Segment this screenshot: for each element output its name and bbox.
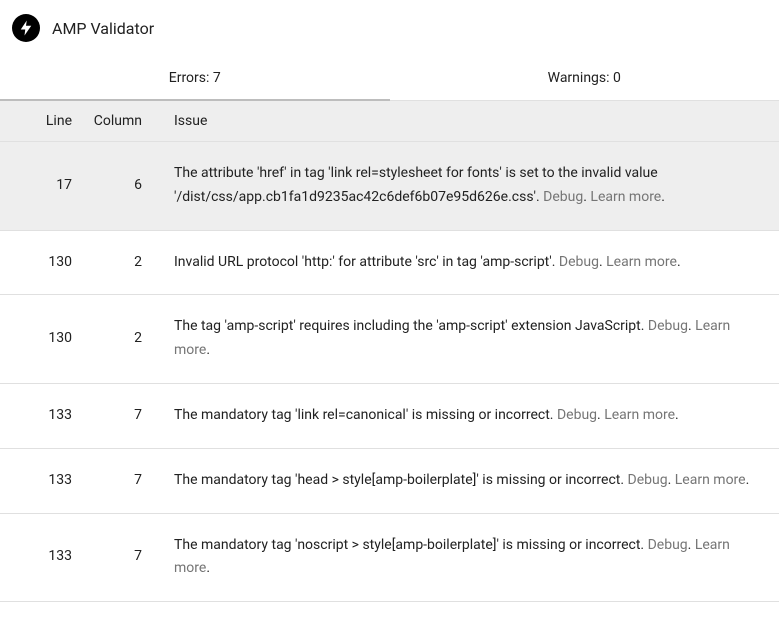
issue-text: The mandatory tag 'link rel=canonical' i…	[174, 407, 557, 423]
app-title: AMP Validator	[52, 19, 154, 38]
table-row-partial: The mandatory tag 'noscript enclosure fo…	[0, 602, 779, 622]
debug-link[interactable]: Debug	[628, 472, 668, 488]
issue-line: 130	[0, 251, 90, 275]
separator-dot: .	[206, 342, 210, 358]
issue-column: 6	[90, 174, 160, 198]
table-row: 1337 The mandatory tag 'noscript > style[…	[0, 514, 779, 603]
debug-link[interactable]: Debug	[648, 318, 688, 334]
separator-dot: .	[746, 472, 750, 488]
table-row: 1302 The tag 'amp-script' requires includ…	[0, 295, 779, 384]
separator-dot: .	[668, 472, 675, 488]
col-header-issue: Issue	[160, 113, 779, 129]
separator-dot: .	[661, 189, 665, 205]
separator-dot: .	[688, 537, 695, 553]
issue-column: 7	[90, 545, 160, 569]
amp-logo-icon	[12, 14, 40, 42]
issue-list: 176The attribute 'href' in tag 'link rel…	[0, 142, 779, 602]
learn-more-link[interactable]: Learn more	[675, 472, 746, 488]
issue-cell: Invalid URL protocol 'http:' for attribu…	[160, 251, 779, 275]
learn-more-link[interactable]: Learn more	[606, 254, 677, 270]
col-header-column: Column	[90, 113, 160, 129]
learn-more-link[interactable]: Learn more	[604, 407, 675, 423]
issue-text: The mandatory tag 'noscript > style[amp-…	[174, 537, 648, 553]
issue-text: Invalid URL protocol 'http:' for attribu…	[174, 254, 559, 270]
issue-line: 130	[0, 327, 90, 351]
issue-cell: The attribute 'href' in tag 'link rel=st…	[160, 162, 779, 210]
separator-dot: .	[675, 407, 679, 423]
issue-cell: The mandatory tag 'noscript > style[amp-…	[160, 534, 779, 582]
table-row: 1337 The mandatory tag 'head > style[amp-…	[0, 449, 779, 514]
issue-column: 2	[90, 251, 160, 275]
debug-link[interactable]: Debug	[557, 407, 597, 423]
separator-dot: .	[677, 254, 681, 270]
tab-warnings-label: Warnings: 0	[548, 70, 621, 86]
separator-dot: .	[206, 560, 210, 576]
learn-more-link[interactable]: Learn more	[590, 189, 661, 205]
issue-line: 17	[0, 174, 90, 198]
issue-line: 133	[0, 545, 90, 569]
issue-text: The tag 'amp-script' requires including …	[174, 318, 648, 334]
table-row: 1337 The mandatory tag 'link rel=canonica…	[0, 384, 779, 449]
issue-cell: The mandatory tag 'head > style[amp-boil…	[160, 469, 779, 493]
issue-cell: The tag 'amp-script' requires including …	[160, 315, 779, 363]
tab-errors-label: Errors: 7	[169, 70, 221, 86]
lightning-bolt-icon	[17, 19, 35, 37]
debug-link[interactable]: Debug	[543, 189, 583, 205]
issue-line: 133	[0, 404, 90, 428]
table-row: 1302 Invalid URL protocol 'http:' for att…	[0, 231, 779, 296]
tab-warnings[interactable]: Warnings: 0	[390, 56, 779, 100]
tabs: Errors: 7 Warnings: 0	[0, 56, 779, 101]
issue-cell: The mandatory tag 'link rel=canonical' i…	[160, 404, 779, 428]
table-header: Line Column Issue	[0, 101, 779, 142]
tab-errors[interactable]: Errors: 7	[0, 56, 390, 100]
issue-line: 133	[0, 469, 90, 493]
issue-column: 2	[90, 327, 160, 351]
app-header: AMP Validator	[0, 0, 779, 56]
table-row: 176The attribute 'href' in tag 'link rel…	[0, 142, 779, 231]
issue-column: 7	[90, 469, 160, 493]
debug-link[interactable]: Debug	[648, 537, 688, 553]
issue-column: 7	[90, 404, 160, 428]
issue-text: The mandatory tag 'head > style[amp-boil…	[174, 472, 628, 488]
debug-link[interactable]: Debug	[559, 254, 599, 270]
col-header-line: Line	[0, 113, 90, 129]
